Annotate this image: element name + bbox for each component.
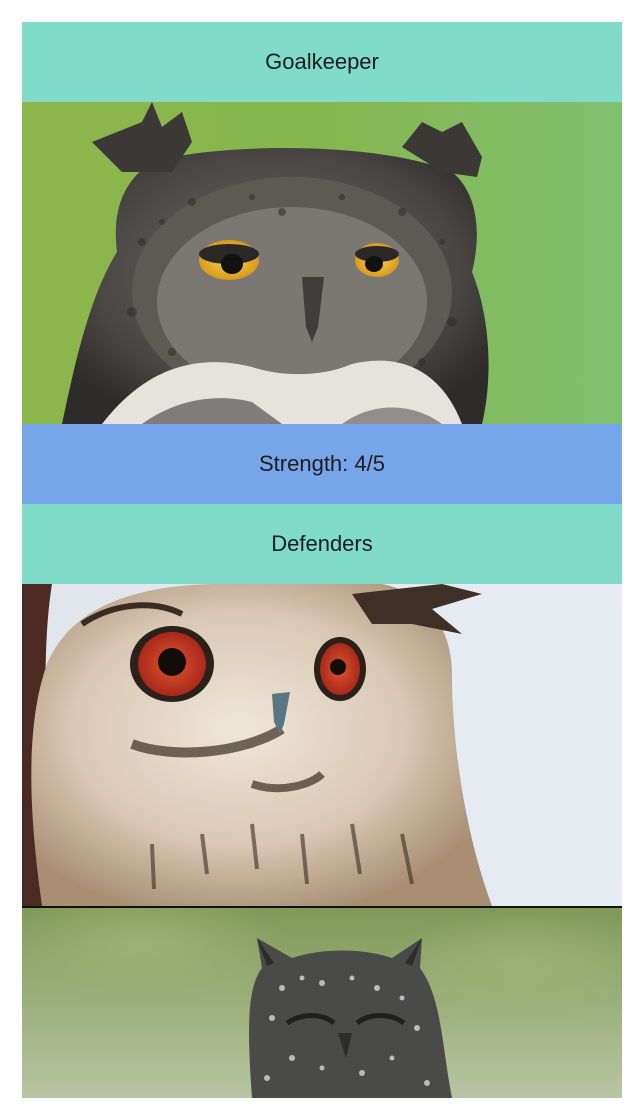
strength-bar: Strength: 4/5 [22, 424, 622, 504]
section-header-goalkeeper: Goalkeeper [22, 22, 622, 102]
great-horned-owl-photo [22, 102, 622, 424]
defender-photo-1[interactable] [22, 584, 622, 908]
defender-photo-2[interactable] [22, 908, 622, 1098]
section-title: Defenders [271, 531, 373, 556]
strength-label: Strength: 4/5 [259, 451, 385, 476]
section-title: Goalkeeper [265, 49, 379, 74]
owl-team-list: Goalkeeper Strength: 4/5 Defenders [22, 22, 622, 1118]
section-header-defenders: Defenders [22, 504, 622, 584]
spotted-eagle-owl-photo [22, 908, 622, 1098]
goalkeeper-photo[interactable] [22, 102, 622, 424]
eurasian-eagle-owl-photo [22, 584, 622, 906]
